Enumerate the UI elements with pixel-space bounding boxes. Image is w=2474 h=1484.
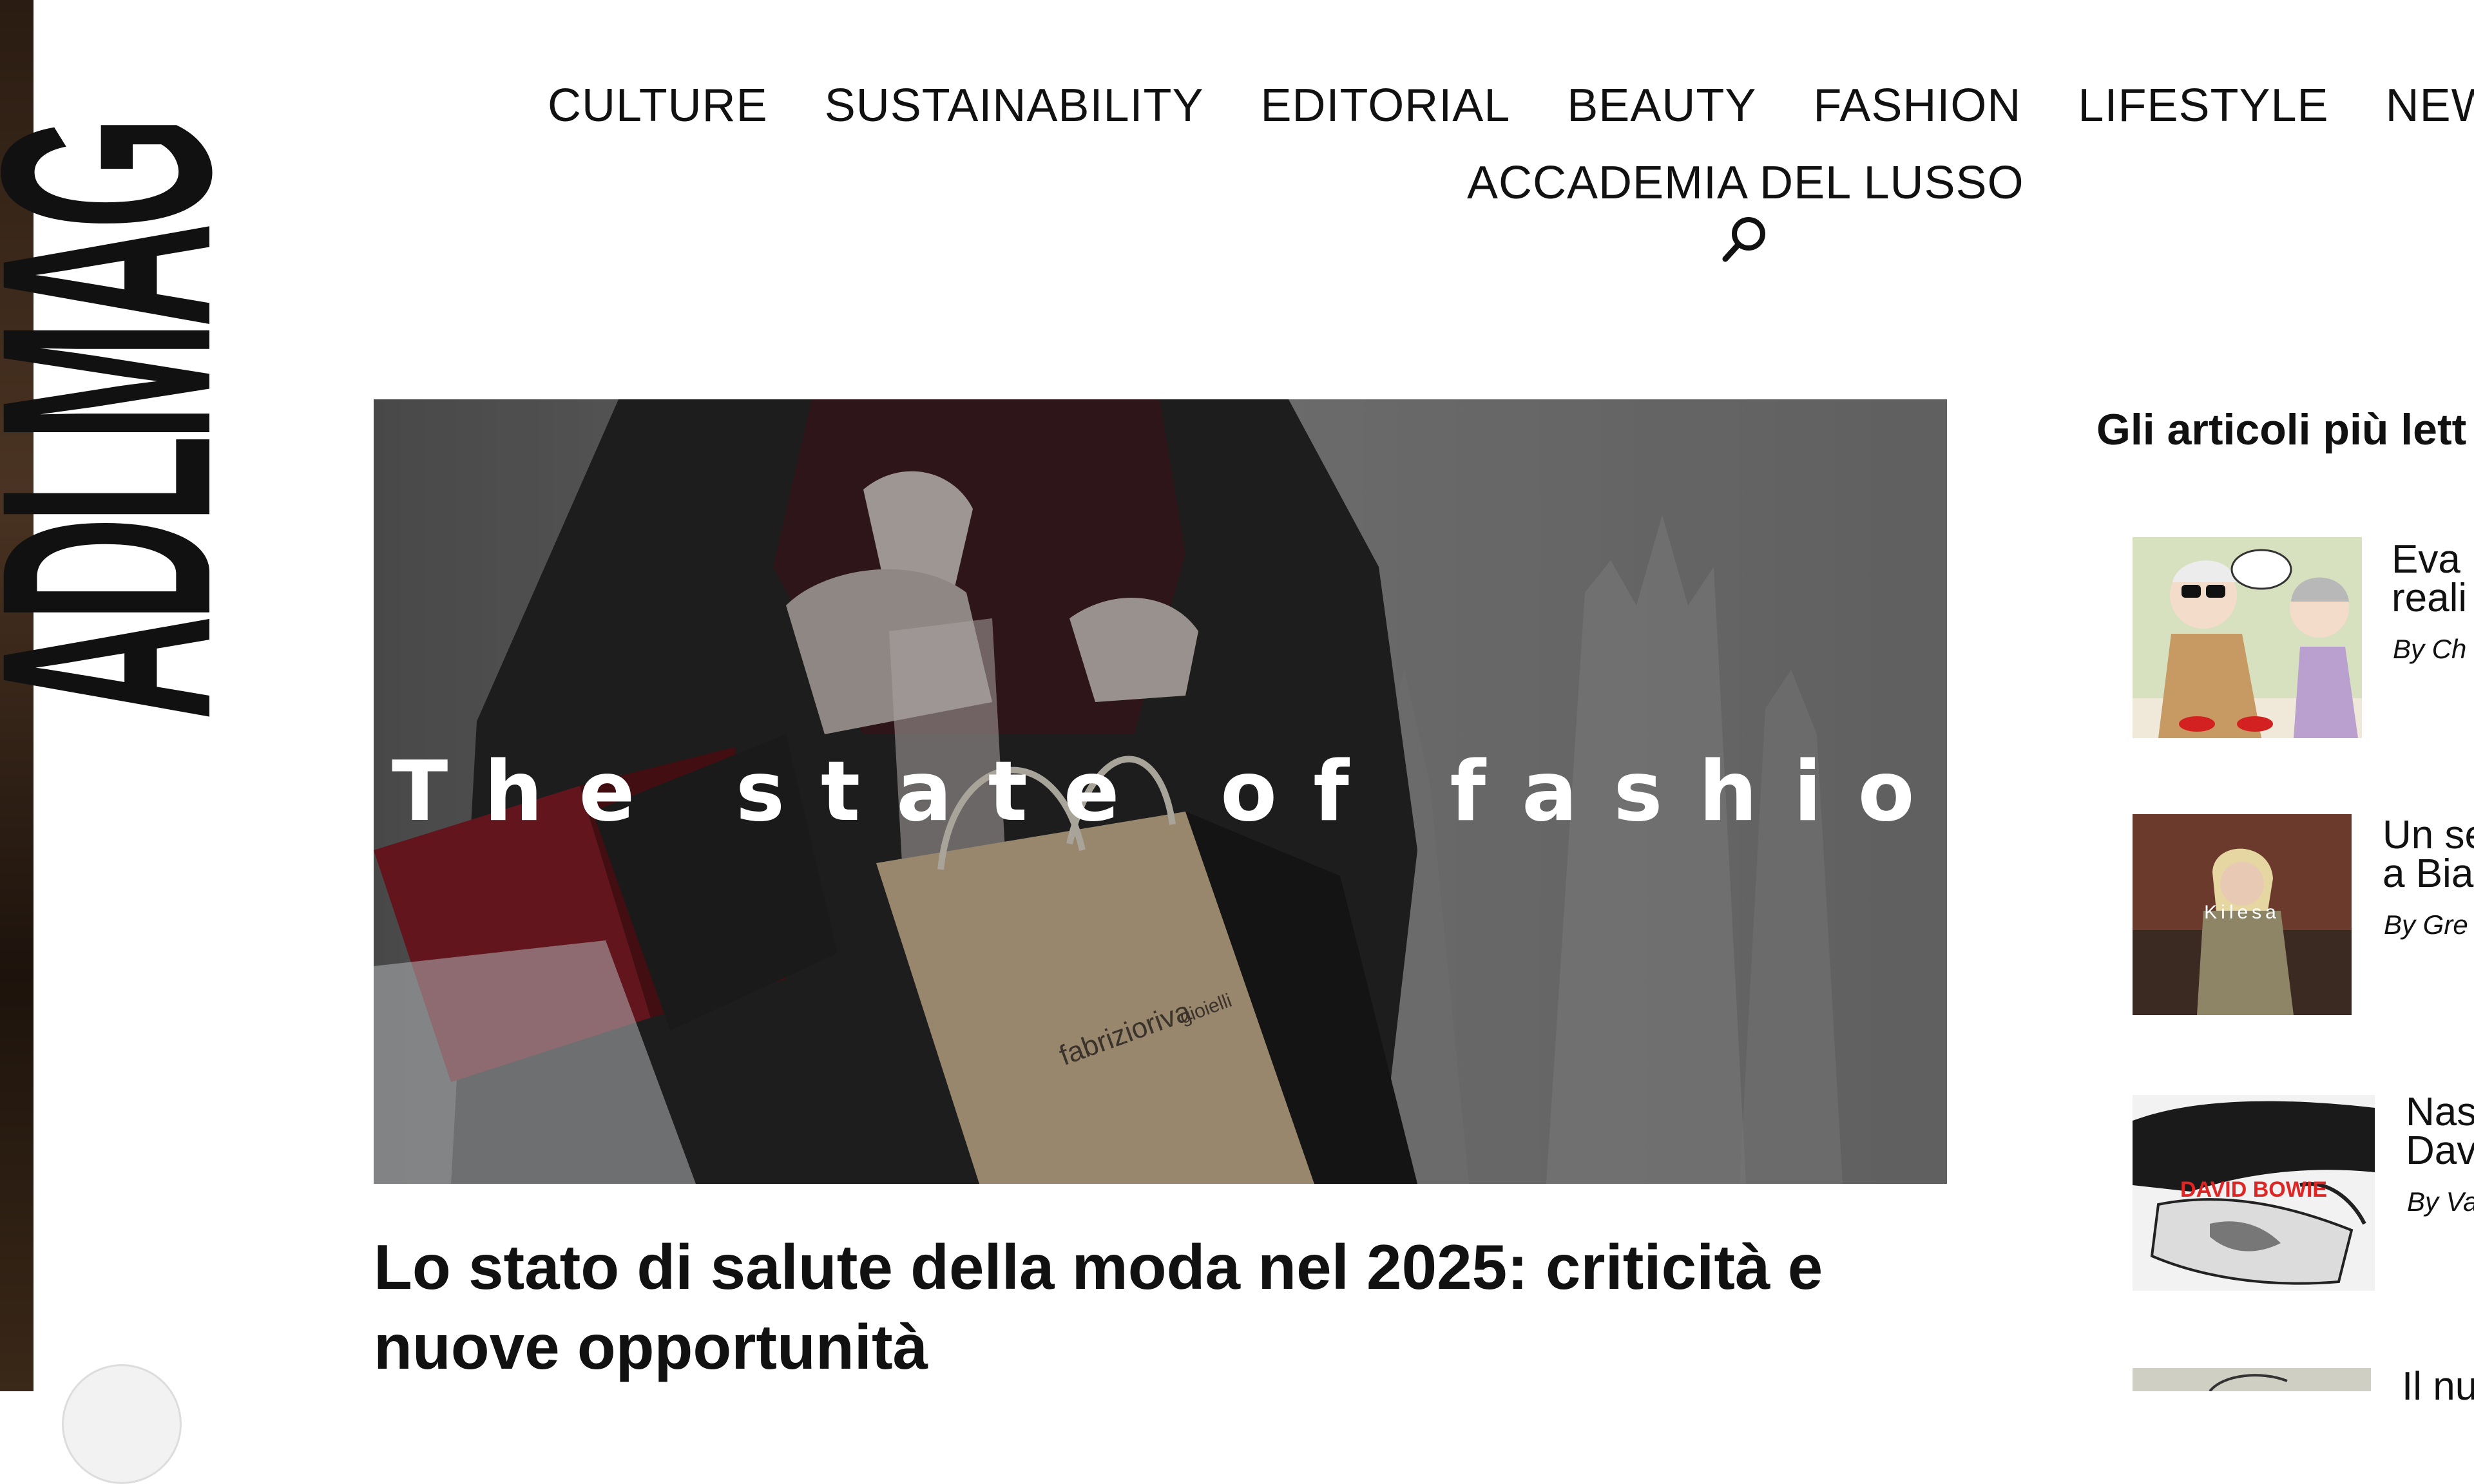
sidebar-item-1-title-line1[interactable]: Eva xyxy=(2392,540,2460,580)
sidebar-item-1-byline: By Ch xyxy=(2393,634,2467,664)
nav-item-culture[interactable]: CULTURE xyxy=(548,72,768,139)
sketch-thumbnail-image xyxy=(2133,1368,2371,1391)
sidebar-thumbnail-4[interactable] xyxy=(2133,1368,2371,1391)
thumbnail-label: Kilesa xyxy=(2204,902,2280,923)
hero-image[interactable]: The state of fashion fabrizioriva gioiel… xyxy=(374,399,1947,1184)
sidebar-item-3-title-line2[interactable]: Dav xyxy=(2406,1131,2474,1171)
article-title[interactable]: Lo stato di salute della moda nel 2025: … xyxy=(374,1227,1971,1387)
sidebar-item-3-byline: By Va xyxy=(2407,1186,2474,1217)
main-nav: CULTURE SUSTAINABILITY EDITORIAL BEAUTY … xyxy=(548,72,2474,139)
nav-item-beauty[interactable]: BEAUTY xyxy=(1567,72,1756,139)
nav-item-new-d[interactable]: NEW D xyxy=(2386,72,2474,139)
hero-overlay-title: The state of fashion xyxy=(392,744,1947,840)
search-icon[interactable] xyxy=(1719,213,1770,264)
thumbnail-label: DAVID BOWIE xyxy=(2180,1177,2327,1202)
floating-action-bubble[interactable] xyxy=(62,1364,182,1484)
sidebar-thumbnail-1[interactable] xyxy=(2133,537,2362,738)
comic-thumbnail-image xyxy=(2133,537,2362,738)
sidebar-item-2-title-line1[interactable]: Un se xyxy=(2383,815,2474,855)
nav-item-editorial[interactable]: EDITORIAL xyxy=(1261,72,1511,139)
sidebar-item-2-byline: By Gre xyxy=(2384,909,2468,940)
sidebar-item-2-title-line2[interactable]: a Bia xyxy=(2383,854,2473,894)
nav-item-lifestyle[interactable]: LIFESTYLE xyxy=(2078,72,2328,139)
sidebar-thumbnail-3[interactable]: DAVID BOWIE xyxy=(2133,1095,2375,1291)
logo-text: ADLMAG xyxy=(0,123,274,721)
sidebar-thumbnail-2[interactable]: Kilesa xyxy=(2133,814,2352,1015)
site-logo[interactable]: ADLMAG xyxy=(0,13,273,831)
sidebar-item-1-title-line2[interactable]: reali xyxy=(2392,578,2467,618)
logo-wordmark: ADLMAG xyxy=(0,13,273,831)
nav-item-fashion[interactable]: FASHION xyxy=(1813,72,2021,139)
nav-item-sustainability[interactable]: SUSTAINABILITY xyxy=(825,72,1204,139)
sidebar-title: Gli articoli più lett xyxy=(2096,405,2467,454)
sidebar-item-3-title-line1[interactable]: Nas xyxy=(2406,1092,2474,1132)
sidebar-item-4-title-line1[interactable]: Il nu xyxy=(2402,1367,2474,1407)
nav-item-accademia-del-lusso[interactable]: ACCADEMIA DEL LUSSO xyxy=(1467,151,2024,215)
